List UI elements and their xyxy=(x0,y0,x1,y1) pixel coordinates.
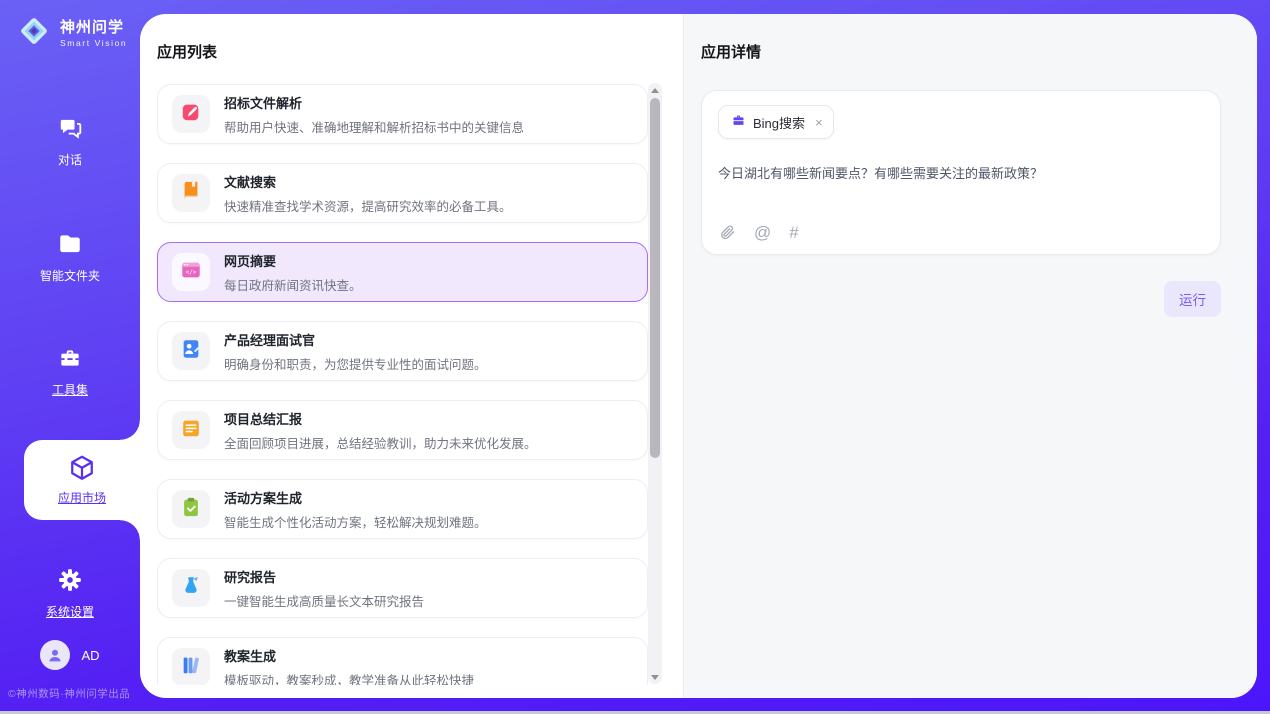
gear-icon xyxy=(57,566,83,594)
brand-subtitle: Smart Vision xyxy=(60,38,127,48)
clipboard-check-icon xyxy=(180,496,202,523)
app-card-title: 产品经理面试官 xyxy=(224,330,487,349)
app-card-title: 研究报告 xyxy=(224,567,424,586)
edit-square-icon xyxy=(180,101,202,128)
person-doc-icon xyxy=(180,338,202,365)
user-profile[interactable]: AD xyxy=(0,640,140,670)
prompt-text[interactable]: 今日湖北有哪些新闻要点？有哪些需要关注的最新政策？ xyxy=(718,163,1204,182)
app-card-tender-parse[interactable]: 招标文件解析 帮助用户快速、准确地理解和解析招标书中的关键信息 xyxy=(157,84,648,144)
brand-logo: 神州问学 Smart Vision xyxy=(16,13,140,54)
sidebar-item-app-market[interactable]: 应用市场 xyxy=(24,440,140,520)
ink-flask-icon xyxy=(180,575,202,602)
app-card-lesson-plan[interactable]: 教案生成 模板驱动，教案秒成，教学准备从此轻松快捷 xyxy=(157,637,648,685)
app-card-desc: 一键智能生成高质量长文本研究报告 xyxy=(224,591,424,610)
books-icon xyxy=(180,654,202,681)
prompt-toolbar: @ # xyxy=(719,224,799,241)
sidebar-nav: 对话 智能文件夹 工具集 应用市场 系统设置 xyxy=(0,54,140,620)
sidebar-item-smart-folders[interactable]: 智能文件夹 xyxy=(0,230,140,284)
folder-icon xyxy=(57,230,83,258)
scrollbar[interactable] xyxy=(648,83,662,684)
app-card-title: 教案生成 xyxy=(224,646,474,665)
sidebar-item-label: 应用市场 xyxy=(58,489,106,506)
sidebar-item-toolset[interactable]: 工具集 xyxy=(0,344,140,398)
app-card-research-report[interactable]: 研究报告 一键智能生成高质量长文本研究报告 xyxy=(157,558,648,618)
chip-close-icon[interactable]: × xyxy=(815,115,823,130)
brand-name: 神州问学 xyxy=(60,19,127,36)
app-card-desc: 全面回顾项目进展，总结经验教训，助力未来优化发展。 xyxy=(224,433,537,452)
run-button[interactable]: 运行 xyxy=(1164,281,1221,317)
app-card-desc: 明确身份和职责，为您提供专业性的面试问题。 xyxy=(224,354,487,373)
app-list-panel: 应用列表 招标文件解析 帮助用户快速、准确地理解和解析招标书中的关键信息 文献搜… xyxy=(140,14,683,698)
app-card-desc: 每日政府新闻资讯快查。 xyxy=(224,275,362,294)
scroll-up-icon[interactable] xyxy=(648,83,662,97)
person-icon xyxy=(46,646,64,664)
sidebar-item-chat[interactable]: 对话 xyxy=(0,114,140,168)
app-card-title: 网页摘要 xyxy=(224,251,362,270)
sidebar-item-label: 智能文件夹 xyxy=(40,267,100,284)
calendar-note-icon xyxy=(180,417,202,444)
app-window: { "brand": { "name": "神州问学", "subtitle":… xyxy=(0,0,1270,714)
app-card-literature-search[interactable]: 文献搜索 快速精准查找学术资源，提高研究效率的必备工具。 xyxy=(157,163,648,223)
book-icon xyxy=(180,180,202,207)
sidebar-item-label: 系统设置 xyxy=(46,603,94,620)
scrollbar-thumb[interactable] xyxy=(650,98,660,458)
app-card-web-summary[interactable]: </> 网页摘要 每日政府新闻资讯快查。 xyxy=(157,242,648,302)
hash-icon[interactable]: # xyxy=(789,224,798,241)
app-card-desc: 帮助用户快速、准确地理解和解析招标书中的关键信息 xyxy=(224,117,524,136)
sidebar-item-label: 工具集 xyxy=(52,381,88,398)
sidebar-item-system-settings[interactable]: 系统设置 xyxy=(0,566,140,620)
toolbox-icon xyxy=(57,344,83,372)
cube-icon xyxy=(67,454,97,482)
app-card-title: 活动方案生成 xyxy=(224,488,487,507)
main-content: 应用列表 招标文件解析 帮助用户快速、准确地理解和解析招标书中的关键信息 文献搜… xyxy=(140,14,1257,698)
web-code-icon: </> xyxy=(180,259,202,286)
app-list-title: 应用列表 xyxy=(157,41,683,62)
sidebar-item-label: 对话 xyxy=(58,151,82,168)
avatar xyxy=(40,640,70,670)
app-card-project-summary[interactable]: 项目总结汇报 全面回顾项目进展，总结经验教训，助力未来优化发展。 xyxy=(157,400,648,460)
app-card-title: 文献搜索 xyxy=(224,172,512,191)
gem-logo-icon xyxy=(16,13,52,54)
tool-chip-bing[interactable]: Bing搜索 × xyxy=(718,105,834,139)
copyright-text: ©神州数码·神州问学出品 xyxy=(8,686,140,701)
tool-chip-label: Bing搜索 xyxy=(753,113,805,132)
run-row: 运行 xyxy=(701,281,1221,317)
app-detail-panel: 应用详情 Bing搜索 × 今日湖北有哪些新闻要点？有哪些需要关注的最新政策？ xyxy=(683,14,1257,698)
prompt-card: Bing搜索 × 今日湖北有哪些新闻要点？有哪些需要关注的最新政策？ @ # xyxy=(701,90,1221,255)
scroll-down-icon[interactable] xyxy=(648,670,662,684)
svg-text:</>: </> xyxy=(186,269,197,276)
user-initials: AD xyxy=(81,648,99,663)
briefcase-icon xyxy=(731,113,746,131)
app-card-activity-plan[interactable]: 活动方案生成 智能生成个性化活动方案，轻松解决规划难题。 xyxy=(157,479,648,539)
chat-icon xyxy=(57,114,83,142)
app-list: 招标文件解析 帮助用户快速、准确地理解和解析招标书中的关键信息 文献搜索 快速精… xyxy=(157,84,648,685)
app-card-pm-interviewer[interactable]: 产品经理面试官 明确身份和职责，为您提供专业性的面试问题。 xyxy=(157,321,648,381)
app-detail-title: 应用详情 xyxy=(701,41,1222,62)
paperclip-icon[interactable] xyxy=(719,224,736,241)
app-card-title: 招标文件解析 xyxy=(224,93,524,112)
app-card-desc: 智能生成个性化活动方案，轻松解决规划难题。 xyxy=(224,512,487,531)
app-card-title: 项目总结汇报 xyxy=(224,409,537,428)
app-card-desc: 模板驱动，教案秒成，教学准备从此轻松快捷 xyxy=(224,670,474,686)
app-card-desc: 快速精准查找学术资源，提高研究效率的必备工具。 xyxy=(224,196,512,215)
mention-icon[interactable]: @ xyxy=(754,224,771,241)
sidebar: 神州问学 Smart Vision 对话 智能文件夹 工具集 应用市场 系统设置… xyxy=(0,0,140,711)
